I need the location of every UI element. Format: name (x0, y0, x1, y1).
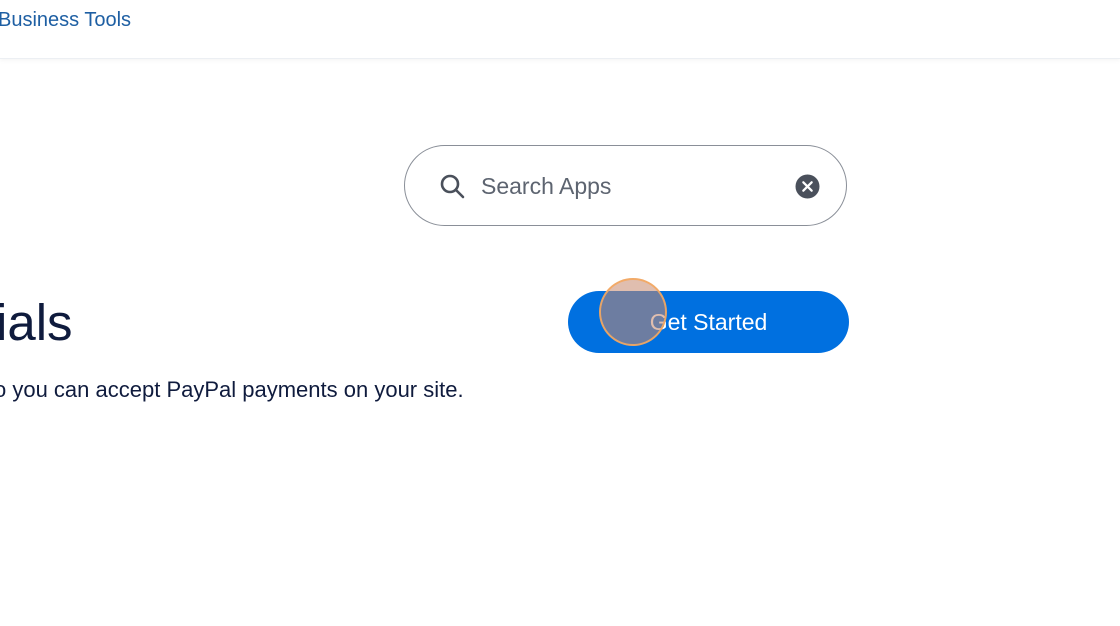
business-tools-link[interactable]: Business Tools (0, 7, 131, 33)
page-description: o you can accept PayPal payments on your… (0, 377, 464, 402)
search-icon (440, 174, 465, 199)
top-navigation-bar: Business Tools (0, 0, 1120, 59)
page: Business Tools ials o you can accept Pay… (0, 0, 1120, 626)
search-box[interactable] (404, 145, 847, 226)
get-started-label: Get Started (649, 308, 768, 335)
search-input[interactable] (481, 166, 781, 206)
page-heading: ials (0, 294, 73, 351)
get-started-button[interactable]: Get Started (568, 291, 849, 353)
close-circle-icon[interactable] (795, 174, 820, 199)
